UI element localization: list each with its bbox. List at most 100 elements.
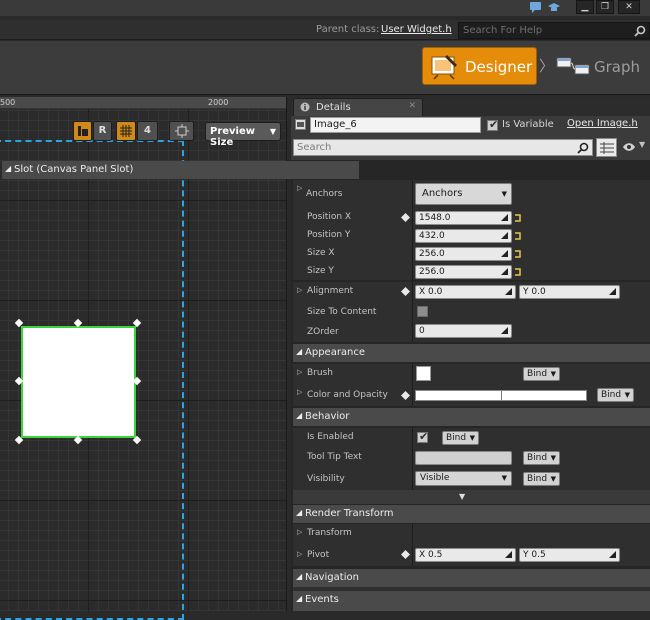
drag-icon (501, 250, 508, 257)
tab-close-icon[interactable]: ✕ (408, 101, 416, 111)
alignment-x-field[interactable]: X 0.0 (415, 285, 516, 299)
property-row-brush: ▷ Brush (293, 364, 650, 384)
visibility-label: Visibility (307, 474, 345, 484)
size-y-field[interactable]: 256.0 (415, 265, 512, 279)
is-enabled-checkbox[interactable]: ✔ (417, 430, 428, 443)
pivot-y-value: Y 0.5 (523, 550, 546, 560)
eye-icon[interactable] (622, 142, 636, 152)
property-matrix-button[interactable] (596, 138, 617, 157)
designer-mode-label: Designer (465, 58, 533, 76)
size-to-content-checkbox[interactable] (417, 306, 428, 317)
drag-icon (505, 551, 512, 558)
brush-bind-button[interactable]: Bind ▼ (523, 367, 560, 381)
chat-icon[interactable] (529, 1, 543, 14)
maximize-button[interactable]: ❐ (596, 0, 614, 14)
expand-icon[interactable]: ▷ (297, 528, 302, 536)
section-navigation[interactable]: ◢ Navigation (293, 569, 650, 587)
ruler-label: 500 (0, 98, 16, 107)
respect-locks-button[interactable]: R (93, 121, 112, 141)
tab-details[interactable]: Details ✕ (293, 98, 423, 116)
graduation-cap-icon[interactable] (547, 1, 561, 14)
color-opacity-label: Color and Opacity (307, 390, 388, 400)
color-swatch[interactable] (415, 390, 587, 401)
search-help-input[interactable]: Search For Help (458, 22, 650, 39)
column-divider (412, 428, 413, 490)
size-x-field[interactable]: 256.0 (415, 247, 512, 261)
grid-snap-button[interactable] (116, 121, 136, 141)
visibility-bind-button[interactable]: Bind ▼ (523, 472, 560, 486)
section-behavior[interactable]: ◢ Behavior (293, 408, 650, 426)
section-render-transform-title: Render Transform (305, 508, 394, 519)
graph-mode-button[interactable]: Graph (553, 47, 650, 85)
tab-details-label: Details (316, 102, 351, 113)
size-x-value: 256.0 (419, 249, 445, 259)
size-y-label: Size Y (307, 266, 334, 276)
color-bind-button[interactable]: Bind ▼ (597, 388, 634, 402)
section-events[interactable]: ◢ Events (293, 591, 650, 611)
reset-diamond-icon[interactable] (401, 213, 410, 222)
search-icon[interactable] (577, 142, 589, 154)
close-button[interactable]: ✕ (618, 0, 640, 14)
pin-icon[interactable] (514, 267, 523, 277)
section-appearance[interactable]: ◢ Appearance (293, 344, 650, 362)
pivot-x-field[interactable]: X 0.5 (415, 548, 516, 562)
open-image-link[interactable]: Open Image.h (567, 118, 638, 129)
image-widget[interactable] (21, 326, 136, 438)
layout-mode-button[interactable] (73, 121, 92, 141)
minimize-button[interactable]: ▁ (576, 0, 594, 14)
expand-icon[interactable]: ▷ (297, 550, 302, 558)
reset-diamond-icon[interactable] (401, 550, 410, 559)
tooltip-bind-button[interactable]: Bind ▼ (523, 451, 560, 465)
advanced-expander[interactable]: ▼ (293, 490, 650, 504)
column-divider (412, 524, 413, 566)
zorder-field[interactable]: 0 (415, 324, 512, 338)
widget-name-input[interactable]: Image_6 (310, 117, 481, 133)
is-enabled-bind-button[interactable]: Bind ▼ (442, 431, 479, 445)
drag-icon (501, 327, 508, 334)
expand-icon[interactable]: ▷ (297, 286, 302, 294)
is-variable-checkbox[interactable]: ✔ (487, 118, 498, 131)
chevron-down-icon: ▼ (550, 475, 556, 483)
chevron-down-icon: ▼ (550, 454, 556, 462)
chevron-down-icon: ▼ (624, 391, 630, 399)
details-search-input[interactable]: Search (293, 139, 593, 156)
visibility-dropdown[interactable]: Visible ▼ (415, 471, 512, 486)
mode-toolbar: Designer 〉 Graph (0, 41, 650, 95)
section-appearance-title: Appearance (305, 347, 366, 358)
brush-preview[interactable] (416, 366, 431, 381)
expand-icon[interactable]: ▷ (297, 368, 302, 376)
pin-icon[interactable] (514, 213, 523, 223)
position-x-field[interactable]: 1548.0 (415, 211, 512, 225)
pin-icon[interactable] (514, 249, 523, 259)
section-slot[interactable]: ◢ Slot (Canvas Panel Slot) (2, 161, 359, 179)
bind-label: Bind (446, 433, 467, 443)
chevron-down-icon[interactable]: ▼ (639, 140, 645, 149)
pin-icon[interactable] (514, 231, 523, 241)
alignment-y-field[interactable]: Y 0.0 (519, 285, 620, 299)
details-search-bar: Search ▼ (291, 135, 650, 160)
section-navigation-title: Navigation (305, 572, 359, 583)
zoom-to-fit-button[interactable] (169, 121, 194, 141)
section-render-transform[interactable]: ◢ Render Transform (293, 505, 650, 523)
grid-size-dropdown[interactable]: 4 (137, 121, 158, 141)
position-y-field[interactable]: 432.0 (415, 229, 512, 243)
drag-icon (501, 268, 508, 275)
expand-icon[interactable]: ▷ (297, 184, 302, 192)
alignment-y-value: Y 0.0 (523, 287, 546, 297)
parent-class-link[interactable]: User Widget.h (381, 24, 452, 35)
anchors-dropdown[interactable]: Anchors ▼ (415, 183, 512, 205)
preview-size-dropdown[interactable]: Preview Size ▼ (205, 122, 281, 148)
ruler-label: 2000 (208, 98, 229, 107)
chevron-down-icon: ▼ (501, 474, 507, 482)
anchors-label: Anchors (306, 189, 343, 199)
designer-mode-button[interactable]: Designer (422, 47, 537, 85)
alignment-x-value: X 0.0 (419, 287, 443, 297)
pivot-y-field[interactable]: Y 0.5 (519, 548, 620, 562)
position-x-label: Position X (307, 212, 352, 222)
reset-diamond-icon[interactable] (401, 391, 410, 400)
position-x-value: 1548.0 (419, 213, 451, 223)
expand-icon[interactable]: ▷ (297, 388, 302, 396)
visibility-value: Visible (420, 473, 450, 483)
reset-diamond-icon[interactable] (401, 287, 410, 296)
tooltip-text-input[interactable] (415, 451, 512, 465)
